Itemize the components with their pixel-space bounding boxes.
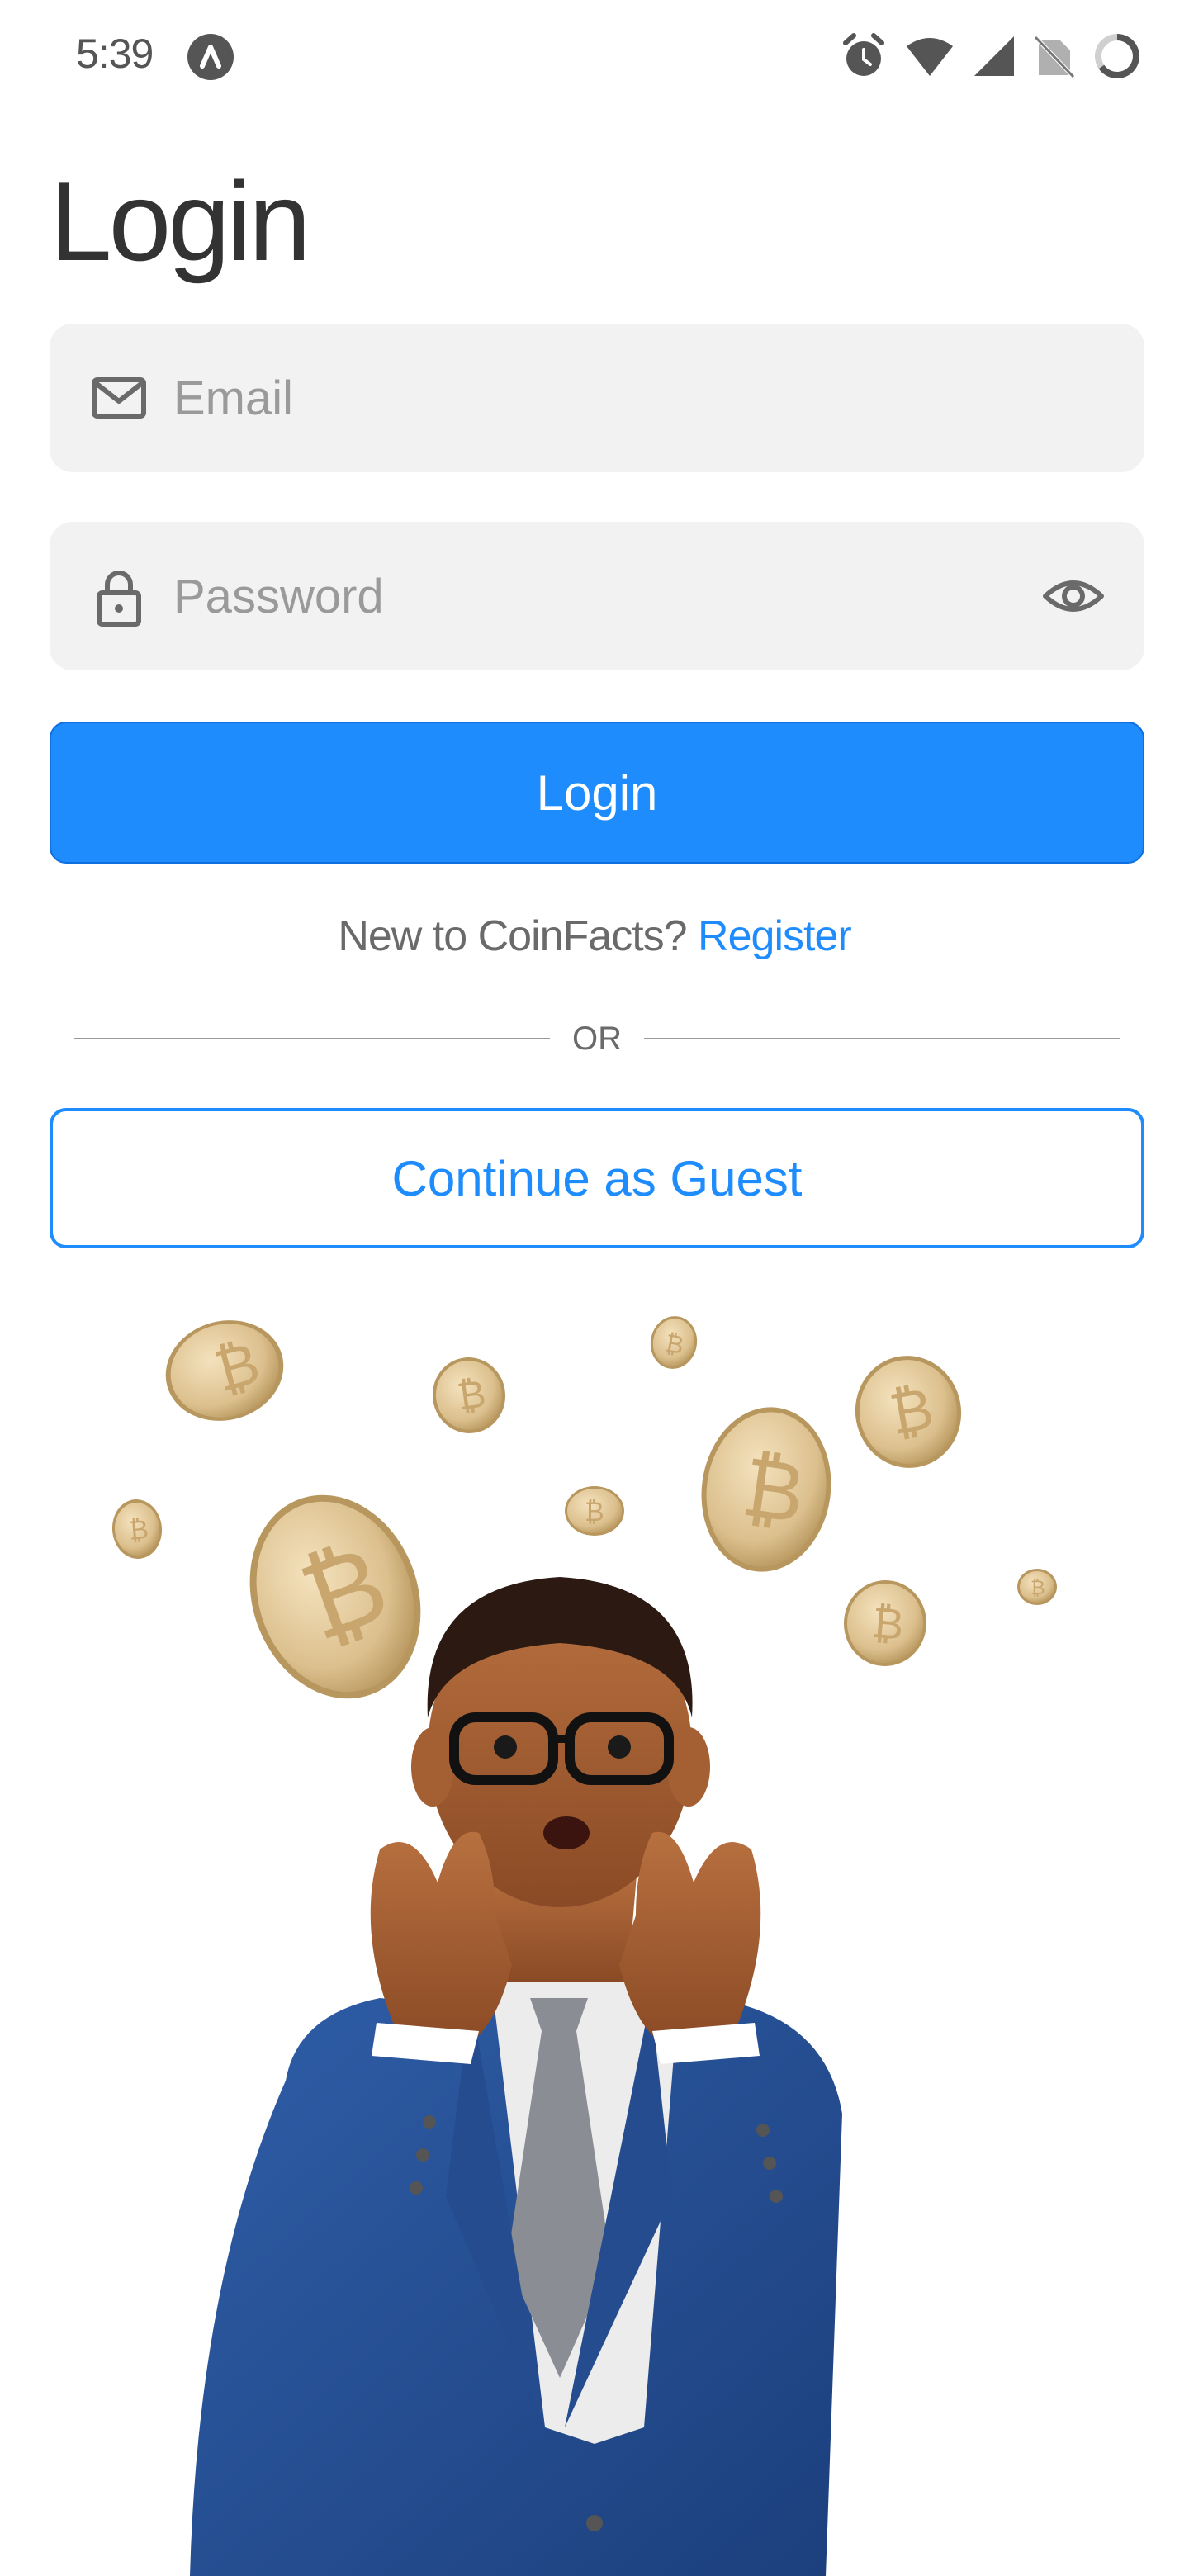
email-field[interactable] bbox=[50, 324, 1144, 472]
email-input[interactable] bbox=[173, 324, 999, 472]
svg-text:₿: ₿ bbox=[127, 1513, 149, 1546]
password-field[interactable] bbox=[50, 522, 1144, 670]
coins-businessman-illustration: ₿ ₿ ₿ ₿ ₿ ₿ ₿ ₿ ₿ ₿ bbox=[111, 1316, 1057, 2576]
login-button[interactable]: Login bbox=[50, 722, 1144, 864]
register-prompt-text: New to CoinFacts? bbox=[338, 912, 699, 960]
register-link[interactable]: Register bbox=[698, 912, 852, 960]
battery-icon bbox=[1095, 34, 1139, 78]
wifi-icon bbox=[907, 38, 953, 76]
status-time: 5:39 bbox=[76, 31, 154, 77]
svg-text:₿: ₿ bbox=[585, 1496, 604, 1527]
eye-icon[interactable] bbox=[1040, 563, 1106, 629]
password-input[interactable] bbox=[173, 522, 999, 670]
register-prompt: New to CoinFacts? Register bbox=[0, 912, 1189, 961]
divider-line-right bbox=[644, 1038, 1120, 1039]
app-notification-icon bbox=[187, 34, 234, 80]
no-sim-icon bbox=[1034, 36, 1075, 78]
page-title: Login bbox=[50, 159, 311, 284]
status-bar: 5:39 bbox=[0, 0, 1189, 112]
cellular-signal-icon bbox=[974, 36, 1014, 76]
lock-icon bbox=[97, 571, 141, 627]
svg-text:₿: ₿ bbox=[869, 1598, 906, 1650]
mail-icon bbox=[92, 377, 146, 419]
status-icons bbox=[841, 30, 1141, 83]
businessman-figure bbox=[190, 1577, 842, 2576]
alarm-icon bbox=[843, 33, 884, 76]
continue-as-guest-button[interactable]: Continue as Guest bbox=[50, 1108, 1144, 1248]
or-divider: OR bbox=[74, 1016, 1120, 1062]
svg-text:₿: ₿ bbox=[1030, 1576, 1045, 1599]
